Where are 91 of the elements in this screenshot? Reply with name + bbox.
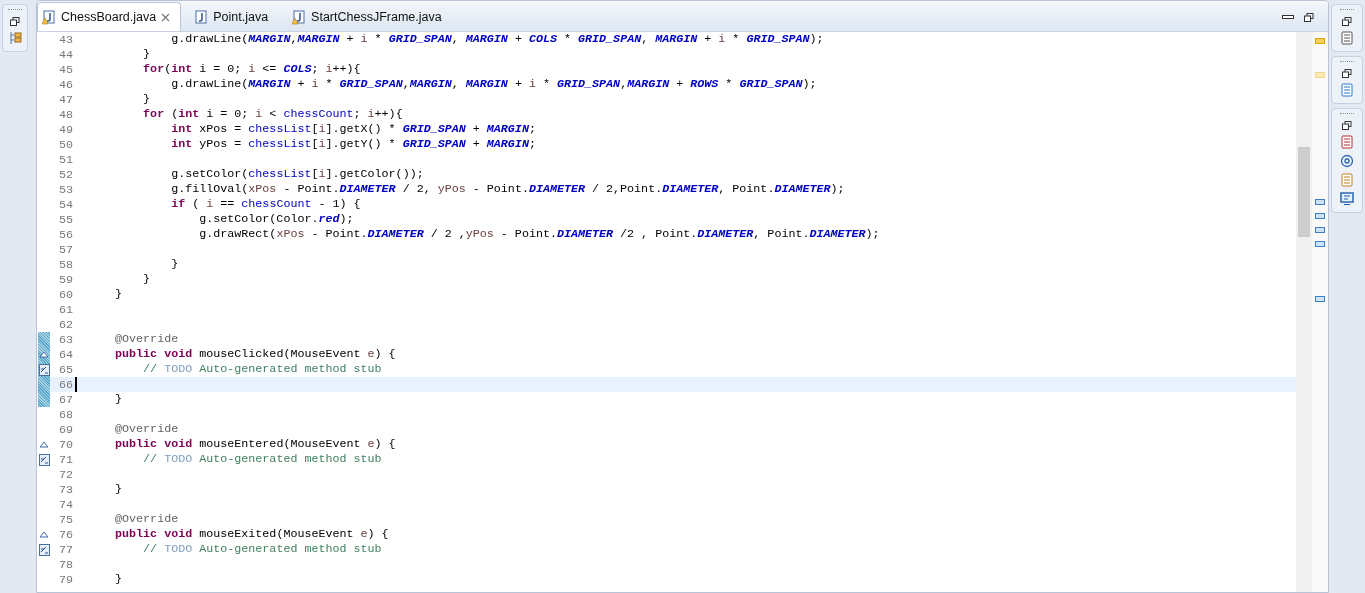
line-number: 61 — [57, 302, 73, 317]
line-number: 55 — [57, 212, 73, 227]
java-file-icon — [194, 9, 209, 25]
code-line: } — [142, 47, 151, 62]
editor-tab[interactable]: StartChessJFrame.java — [287, 2, 453, 31]
code-line: g.setColor(Color.red); — [198, 212, 354, 227]
java-file-warning-icon — [292, 9, 307, 25]
close-icon[interactable] — [161, 12, 171, 22]
code-line: // TODO Auto-generated method stub — [142, 362, 382, 377]
line-number: 77 — [57, 542, 73, 557]
code-line: int yPos = chessList[i].getY() * GRID_SPAN + MARGIN; — [170, 137, 536, 152]
code-line: for(int i = 0; i <= COLS; i++){ — [142, 62, 361, 77]
line-number: 45 — [57, 62, 73, 77]
line-number: 49 — [57, 122, 73, 137]
line-number: 74 — [57, 497, 73, 512]
line-number: 48 — [57, 107, 73, 122]
line-number: 66 — [57, 377, 73, 392]
code-line: if ( i == chessCount - 1) { — [170, 197, 361, 212]
line-number: 50 — [57, 137, 73, 152]
line-number: 46 — [57, 77, 73, 92]
code-line: @Override — [114, 332, 179, 347]
line-number: 68 — [57, 407, 73, 422]
code-line: public void mouseEntered(MouseEvent e) { — [114, 437, 396, 452]
line-number: 70 — [57, 437, 73, 452]
console-icon[interactable] — [1340, 192, 1354, 206]
restore-icon[interactable] — [1304, 12, 1314, 22]
line-number: 51 — [57, 152, 73, 167]
restore-icon[interactable] — [1342, 17, 1352, 26]
line-number: 76 — [57, 527, 73, 542]
line-number: 59 — [57, 272, 73, 287]
code-line: // TODO Auto-generated method stub — [142, 542, 382, 557]
code-line: g.drawLine(MARGIN + i * GRID_SPAN,MARGIN, MARGIN + i * GRID_SPAN,MARGIN + ROWS * GRID_SPAN); — [170, 77, 817, 92]
line-number: 75 — [57, 512, 73, 527]
code-line: } — [114, 287, 123, 302]
code-line: @Override — [114, 422, 179, 437]
java-file-warning-icon — [42, 9, 56, 25]
minimize-icon[interactable] — [1282, 14, 1294, 20]
line-number: 79 — [57, 572, 73, 587]
code-line: } — [114, 392, 123, 407]
task-clipboard-icon — [38, 363, 50, 376]
editor-tab[interactable]: ChessBoard.java — [37, 2, 182, 31]
restore-icon[interactable] — [1342, 69, 1352, 78]
code-line: int xPos = chessList[i].getX() * GRID_SPAN + MARGIN; — [170, 122, 536, 137]
line-number: 47 — [57, 92, 73, 107]
problems-icon[interactable] — [1340, 135, 1354, 149]
editor-tab[interactable]: Point.java — [189, 2, 280, 31]
code-line: public void mouseClicked(MouseEvent e) { — [114, 347, 396, 362]
code-line: g.drawRect(xPos - Point.DIAMETER / 2 ,yPos - Point.DIAMETER /2 , Point.DIAMETER, Point.DIAMETER); — [198, 227, 880, 242]
code-line: g.setColor(chessList[i].getColor()); — [170, 167, 424, 182]
code-line: // TODO Auto-generated method stub — [142, 452, 382, 467]
outline-icon[interactable] — [8, 31, 22, 45]
code-line: } — [170, 257, 179, 272]
document-icon[interactable] — [1340, 31, 1354, 45]
code-line: } — [114, 482, 123, 497]
line-number: 43 — [57, 32, 73, 47]
code-line: } — [114, 572, 123, 587]
line-number: 69 — [57, 422, 73, 437]
code-line: g.fillOval(xPos - Point.DIAMETER / 2, yPos - Point.DIAMETER / 2,Point.DIAMETER, Point.DIAMETER); — [170, 182, 845, 197]
line-number: 44 — [57, 47, 73, 62]
code-line: } — [142, 92, 151, 107]
line-number: 71 — [57, 452, 73, 467]
code-line: } — [142, 272, 151, 287]
code-line: @Override — [114, 512, 179, 527]
override-triangle-icon — [39, 531, 49, 538]
line-number: 64 — [57, 347, 73, 362]
code-line: public void mouseExited(MouseEvent e) { — [114, 527, 389, 542]
line-number: 54 — [57, 197, 73, 212]
line-number: 65 — [57, 362, 73, 377]
line-number: 78 — [57, 557, 73, 572]
line-number: 73 — [57, 482, 73, 497]
code-line: g.drawLine(MARGIN,MARGIN + i * GRID_SPAN, MARGIN + COLS * GRID_SPAN, MARGIN + i * GRID_SPAN); — [170, 32, 824, 47]
line-number: 62 — [57, 317, 73, 332]
line-number: 63 — [57, 332, 73, 347]
override-triangle-icon — [39, 351, 49, 358]
vertical-scrollbar[interactable] — [1296, 32, 1312, 592]
line-number: 56 — [57, 227, 73, 242]
line-number: 53 — [57, 182, 73, 197]
code-line: for (int i = 0; i < chessCount; i++){ — [142, 107, 403, 122]
restore-icon[interactable] — [1342, 121, 1352, 130]
restore-icon[interactable] — [10, 17, 20, 26]
line-number: 67 — [57, 392, 73, 407]
line-number: 52 — [57, 167, 73, 182]
line-number: 60 — [57, 287, 73, 302]
task-clipboard-icon — [38, 453, 50, 466]
override-triangle-icon — [39, 441, 49, 448]
line-number: 58 — [57, 257, 73, 272]
line-number: 72 — [57, 467, 73, 482]
scroll-thumb[interactable] — [1298, 147, 1310, 237]
task-clipboard-icon — [38, 543, 50, 556]
text-caret — [75, 377, 77, 392]
line-number: 57 — [57, 242, 73, 257]
